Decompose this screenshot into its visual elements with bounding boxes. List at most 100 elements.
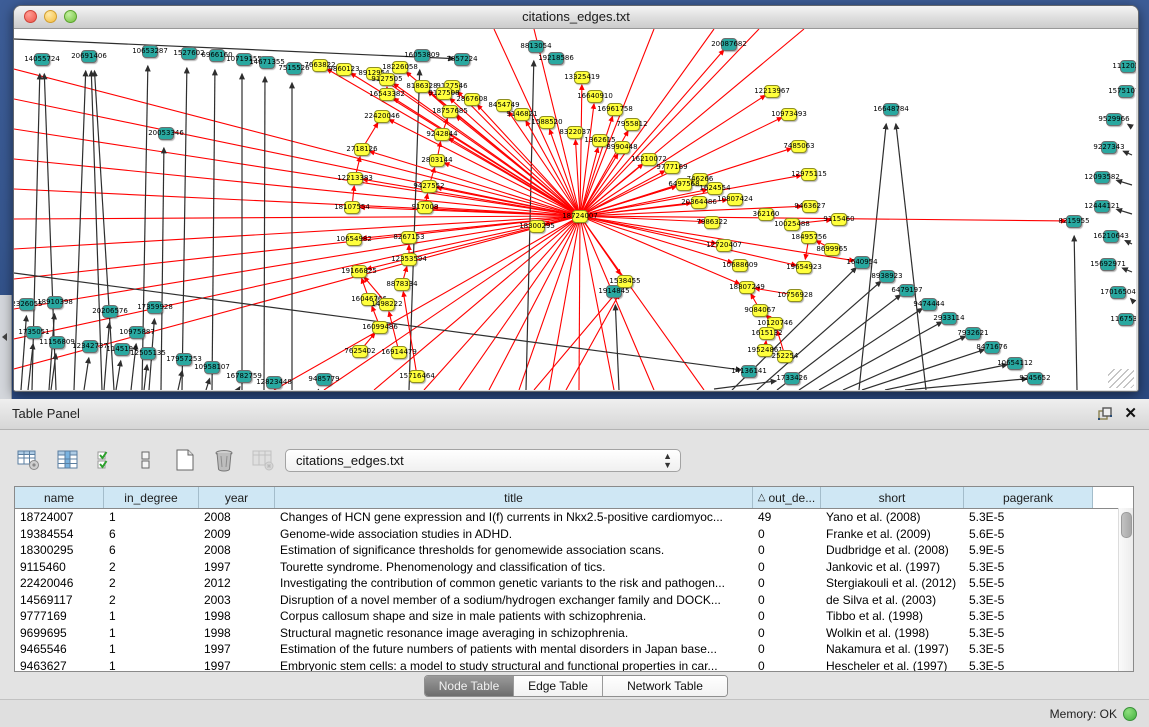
graph-edge[interactable]	[142, 66, 148, 390]
graph-node[interactable]: 12093582	[1094, 171, 1110, 184]
graph-node[interactable]: 12823448	[266, 376, 282, 389]
graph-node[interactable]: 9860123	[336, 63, 352, 76]
column-header-short[interactable]: short	[821, 487, 964, 508]
graph-node[interactable]: 8878334	[394, 278, 410, 291]
graph-node[interactable]: 20087682	[721, 38, 737, 51]
graph-node[interactable]: 20053346	[158, 127, 174, 140]
graph-node[interactable]: 15692971	[1100, 258, 1116, 271]
graph-node[interactable]: 12505135	[140, 347, 156, 360]
graph-node[interactable]: 9127508	[436, 87, 452, 100]
graph-edge[interactable]	[580, 216, 654, 390]
graph-node[interactable]: 7485063	[791, 140, 807, 153]
graph-node[interactable]: 9777169	[664, 161, 680, 174]
column-header-in_degree[interactable]: in_degree	[104, 487, 199, 508]
graph-node[interactable]: 16914479	[391, 346, 407, 359]
graph-node[interactable]: 14671355	[259, 56, 275, 69]
graph-node[interactable]: 2326055	[19, 298, 35, 311]
graph-node[interactable]: 16782759	[236, 370, 252, 383]
graph-node[interactable]: 12213383	[347, 172, 363, 185]
graph-edge[interactable]	[182, 68, 187, 390]
graph-edge[interactable]	[49, 314, 54, 390]
table-panel-titlebar[interactable]: Table Panel ✕	[0, 399, 1149, 430]
table-row[interactable]: 1872400712008Changes of HCN gene express…	[15, 509, 1133, 526]
table-row[interactable]: 969969511998Structural magnetic resonanc…	[15, 625, 1133, 642]
graph-node[interactable]: 16961758	[607, 103, 623, 116]
tab-edge-table[interactable]: Edge Table	[514, 676, 603, 696]
graph-node[interactable]: 9127505	[379, 73, 395, 86]
graph-node[interactable]: 19654923	[796, 261, 812, 274]
graph-node[interactable]: 7515526	[286, 62, 302, 75]
graph-node[interactable]: 16210643	[1103, 230, 1119, 243]
graph-node[interactable]: 10654982	[346, 233, 362, 246]
graph-node[interactable]: 14055724	[34, 53, 50, 66]
graph-node[interactable]: 12213967	[764, 85, 780, 98]
column-header-title[interactable]: title	[275, 487, 753, 508]
table-row[interactable]: 946362711997Embryonic stem cells: a mode…	[15, 658, 1133, 673]
show-columns-icon[interactable]	[55, 447, 81, 473]
graph-node[interactable]: 2933114	[941, 312, 957, 325]
graph-node[interactable]: 10756928	[787, 289, 803, 302]
graph-edge[interactable]	[1117, 180, 1132, 185]
scrollbar-thumb[interactable]	[1121, 512, 1132, 538]
table-row[interactable]: 1456911722003Disruption of a novel membe…	[15, 592, 1133, 609]
graph-edge[interactable]	[1125, 241, 1132, 244]
row-height-icon[interactable]	[133, 447, 159, 473]
graph-node[interactable]: 16648784	[883, 103, 899, 116]
graph-node[interactable]: 1112034	[1120, 60, 1136, 73]
graph-node[interactable]: 8322037	[567, 126, 583, 139]
graph-node[interactable]: 12342737	[82, 340, 98, 353]
graph-node[interactable]: 18757685	[442, 105, 458, 118]
graph-node[interactable]: 1615132	[759, 327, 775, 340]
graph-edge[interactable]	[714, 381, 776, 389]
graph-node[interactable]: 9245652	[1027, 372, 1043, 385]
graph-node[interactable]: 12444121	[1094, 200, 1110, 213]
graph-node[interactable]: 9485779	[316, 373, 332, 386]
graph-node[interactable]: 16543382	[379, 88, 395, 101]
graph-node[interactable]: 10653287	[142, 45, 158, 58]
graph-node[interactable]: 12353594	[401, 253, 417, 266]
graph-node[interactable]: 10654112	[1007, 357, 1023, 370]
graph-node[interactable]: 10975887	[129, 326, 145, 339]
graph-edge[interactable]	[1128, 124, 1132, 127]
graph-node[interactable]: 18495756	[801, 231, 817, 244]
expand-panel-arrow-icon[interactable]	[2, 333, 7, 341]
network-view-window[interactable]: citations_edges.txt 14055724 20691406 1065…	[13, 5, 1139, 392]
table-row[interactable]: 946554611997Estimation of the future num…	[15, 641, 1133, 658]
graph-node[interactable]: 14136141	[741, 365, 757, 378]
window-titlebar[interactable]: citations_edges.txt	[14, 6, 1138, 29]
graph-node[interactable]: 10807424	[727, 193, 743, 206]
graph-node[interactable]: 16640910	[587, 90, 603, 103]
graph-edge[interactable]	[264, 77, 265, 390]
network-canvas[interactable]: 1405572420691406106532871527602696616010…	[14, 29, 1136, 390]
collapsed-panel-strip[interactable]	[0, 295, 12, 399]
graph-node[interactable]: 19218586	[548, 52, 564, 65]
graph-node[interactable]: 15751074	[1118, 85, 1134, 98]
graph-edge[interactable]	[84, 358, 89, 390]
graph-node[interactable]: 6966160	[209, 49, 225, 62]
graph-node[interactable]: 16210072	[641, 153, 657, 166]
table-row[interactable]: 977716911998Corpus callosum shape and si…	[15, 608, 1133, 625]
new-table-icon[interactable]	[172, 447, 198, 473]
table-scrollbar[interactable]	[1118, 508, 1133, 671]
graph-edge[interactable]	[580, 216, 796, 265]
graph-node[interactable]: 17957253	[176, 353, 192, 366]
table-row[interactable]: 1938455462009Genome-wide association stu…	[15, 526, 1133, 543]
graph-node[interactable]: 20691406	[81, 50, 97, 63]
graph-node[interactable]: 7955812	[624, 118, 640, 131]
graph-edge[interactable]	[14, 216, 580, 279]
graph-node[interactable]: 10973493	[781, 108, 797, 121]
graph-node[interactable]: 18910398	[47, 296, 63, 309]
graph-node[interactable]: 9474444	[921, 298, 937, 311]
graph-edge[interactable]	[1131, 299, 1132, 300]
graph-node[interactable]: 9115460	[831, 213, 847, 226]
table-settings-icon[interactable]	[16, 447, 42, 473]
graph-node[interactable]: 13325419	[574, 71, 590, 84]
column-header-pagerank[interactable]: pagerank	[964, 487, 1093, 508]
graph-edge[interactable]	[615, 305, 619, 390]
column-header-out_de[interactable]: △out_de...	[753, 487, 821, 508]
graph-node[interactable]: 252254	[777, 350, 793, 363]
graph-edge[interactable]	[1117, 209, 1132, 214]
graph-node[interactable]: 10958107	[204, 361, 220, 374]
graph-edge[interactable]	[534, 293, 616, 390]
graph-edge[interactable]	[1123, 151, 1132, 155]
